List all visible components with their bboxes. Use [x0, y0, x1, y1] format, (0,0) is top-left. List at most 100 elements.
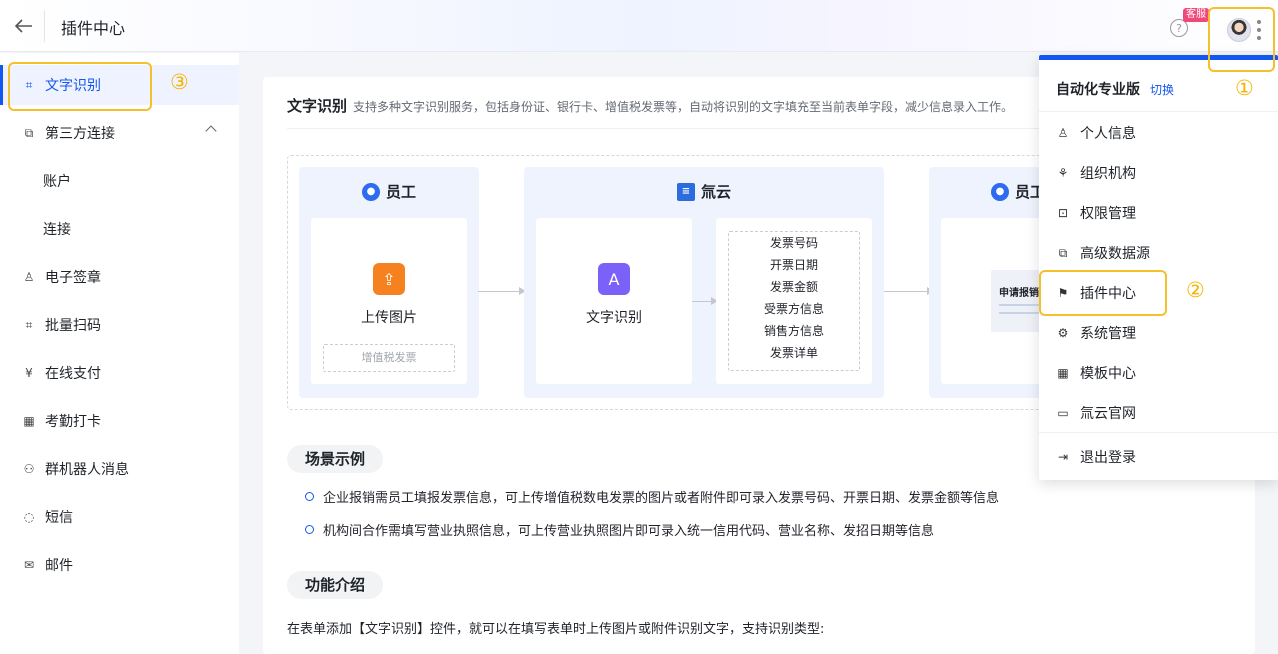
user-dropdown-menu: 自动化专业版 切换 ♙ 个人信息 ⚘ 组织机构 ⊡ 权限管理 ⧉ 高级数据源 ⚑…: [1039, 55, 1278, 480]
sidebar-item-online-payment[interactable]: ¥ 在线支付: [0, 353, 239, 393]
sidebar-item-label: 第三方连接: [45, 126, 115, 142]
menu-item-profile[interactable]: ♙ 个人信息: [1039, 113, 1278, 153]
divider: [1039, 111, 1278, 112]
sidebar-item-label: 账户: [43, 174, 71, 190]
scene-section-title: 场景示例: [287, 445, 384, 473]
sidebar-item-label: 电子签章: [45, 270, 101, 286]
form-label: 申请报销: [999, 288, 1039, 299]
message-icon: ◌: [23, 510, 35, 524]
menu-item-label: 氚云官网: [1080, 406, 1136, 422]
stamp-icon: ♙: [23, 270, 35, 284]
menu-item-label: 模板中心: [1080, 366, 1136, 382]
field-item: 发票金额: [769, 280, 818, 294]
feature-section-title: 功能介绍: [287, 571, 384, 599]
copy-icon: ⧉: [1058, 245, 1068, 260]
link-icon: ⧉: [24, 125, 34, 140]
highlight-plugin-center: [1039, 270, 1167, 316]
lock-icon: ⊡: [1057, 206, 1069, 220]
sidebar-item-mail[interactable]: ✉ 邮件: [0, 545, 239, 585]
annotation-number: ③: [170, 70, 189, 94]
sidebar-item-account[interactable]: 账户: [0, 161, 239, 201]
scan-text-icon: A: [598, 263, 630, 295]
bullet-icon: [305, 492, 314, 501]
sidebar-item-label: 考勤打卡: [45, 414, 101, 430]
divider: [1039, 432, 1278, 433]
top-header: 插件中心 ? 客服: [0, 0, 1278, 52]
user-icon: ●: [991, 182, 1009, 201]
bullet-icon: [305, 525, 314, 534]
highlight-avatar-menu: [1208, 7, 1275, 72]
chevron-up-icon[interactable]: [205, 125, 217, 137]
highlight-ocr: [8, 62, 152, 111]
sidebar-item-label: 批量扫码: [45, 318, 101, 334]
panel-title: ● 员工: [929, 181, 1047, 202]
sidebar-item-attendance[interactable]: ▦ 考勤打卡: [0, 401, 239, 441]
panel-title: ● 员工: [299, 181, 479, 202]
upload-box: ⇪ 上传图片 增值税发票: [311, 218, 467, 384]
panel-title: ≡ 氚云: [524, 181, 884, 202]
flow-panel-employee-form: ● 员工 申请报销: [929, 167, 1047, 398]
page-title: 插件中心: [61, 19, 126, 38]
menu-item-system[interactable]: ⚙ 系统管理: [1039, 313, 1278, 353]
flow-arrow: [478, 287, 526, 295]
fields-box: 发票号码 开票日期 发票金额 受票方信息 销售方信息 发票详单: [716, 218, 872, 384]
menu-item-templates[interactable]: ▦ 模板中心: [1039, 353, 1278, 393]
grid-icon: ▦: [1057, 366, 1069, 380]
ocr-label: 文字识别: [586, 310, 642, 326]
sidebar-item-e-seal[interactable]: ♙ 电子签章: [0, 257, 239, 297]
gear-icon: ⚙: [1057, 326, 1069, 340]
annotation-number: ①: [1235, 76, 1254, 100]
menu-item-website[interactable]: ▭ 氚云官网: [1039, 393, 1278, 433]
sidebar-item-label: 群机器人消息: [45, 462, 129, 478]
menu-item-datasource[interactable]: ⧉ 高级数据源: [1039, 233, 1278, 273]
sidebar-item-label: 短信: [45, 510, 73, 526]
plan-name: 自动化专业版: [1056, 82, 1140, 98]
feature-intro: 在表单添加【文字识别】控件，就可以在填写表单时上传图片或附件识别文字，支持识别类…: [287, 622, 825, 637]
field-item: 受票方信息: [763, 302, 824, 316]
plugin-title: 文字识别: [287, 97, 348, 115]
logout-icon: ⇥: [1057, 450, 1069, 464]
flow-panel-chuanyun: ≡ 氚云 A 文字识别 发票号码 开票日期 发票金额 受票方信息 销售方信息 发…: [524, 167, 884, 398]
field-item: 发票详单: [769, 346, 818, 360]
user-icon: ♙: [1057, 126, 1069, 140]
upload-label: 上传图片: [361, 310, 417, 326]
flow-diagram: ● 员工 ⇪ 上传图片 增值税发票 ≡ 氚云 A 文字识别 发票号码 开票日期 …: [287, 155, 1047, 410]
scene-item: 机构间合作需填写营业执照信息，可上传营业执照图片即可录入统一信用代码、营业名称、…: [305, 520, 934, 539]
field-item: 开票日期: [769, 258, 818, 272]
sidebar-item-connection[interactable]: 连接: [0, 209, 239, 249]
user-icon: ●: [361, 182, 380, 201]
menu-item-label: 系统管理: [1080, 326, 1136, 342]
flow-arrow: [692, 297, 718, 305]
menu-item-label: 高级数据源: [1080, 246, 1150, 262]
menu-item-label: 权限管理: [1080, 206, 1136, 222]
menu-item-org[interactable]: ⚘ 组织机构: [1039, 153, 1278, 193]
upload-icon: ⇪: [373, 263, 405, 295]
sidebar-item-sms[interactable]: ◌ 短信: [0, 497, 239, 537]
browser-icon: ▭: [1057, 406, 1069, 420]
sidebar-item-batch-scan[interactable]: ⌗ 批量扫码: [0, 305, 239, 345]
chuanyun-logo-icon: ≡: [676, 182, 695, 201]
flow-arrow: [884, 287, 934, 295]
sidebar-item-label: 连接: [43, 222, 71, 238]
customer-service-badge[interactable]: 客服: [1183, 8, 1209, 22]
sidebar: ⌗ 文字识别 ⧉ 第三方连接 账户 连接 ♙ 电子签章 ⌗ 批量扫码 ¥ 在线支…: [0, 53, 239, 654]
field-item: 发票号码: [769, 236, 818, 250]
flow-panel-employee: ● 员工 ⇪ 上传图片 增值税发票: [299, 167, 479, 398]
back-arrow-icon[interactable]: [12, 14, 36, 38]
header-divider: [44, 10, 45, 42]
menu-item-label: 退出登录: [1080, 450, 1136, 466]
sidebar-item-robot-message[interactable]: ⚇ 群机器人消息: [0, 449, 239, 489]
annotation-number: ②: [1186, 278, 1205, 302]
scene-item: 企业报销需员工填报发票信息，可上传增值税数电发票的图片或者附件即可录入发票号码、…: [305, 487, 999, 506]
robot-icon: ⚇: [23, 462, 35, 476]
scan-icon: ⌗: [25, 317, 33, 332]
menu-item-permissions[interactable]: ⊡ 权限管理: [1039, 193, 1278, 233]
ocr-box: A 文字识别: [536, 218, 692, 384]
sidebar-item-third-party[interactable]: ⧉ 第三方连接: [0, 113, 239, 153]
mail-icon: ✉: [23, 558, 35, 572]
calendar-check-icon: ▦: [23, 414, 35, 428]
form-box: 申请报销: [941, 218, 1047, 384]
menu-item-logout[interactable]: ⇥ 退出登录: [1039, 437, 1278, 477]
org-chart-icon: ⚘: [1057, 166, 1069, 180]
switch-plan-link[interactable]: 切换: [1150, 81, 1174, 98]
